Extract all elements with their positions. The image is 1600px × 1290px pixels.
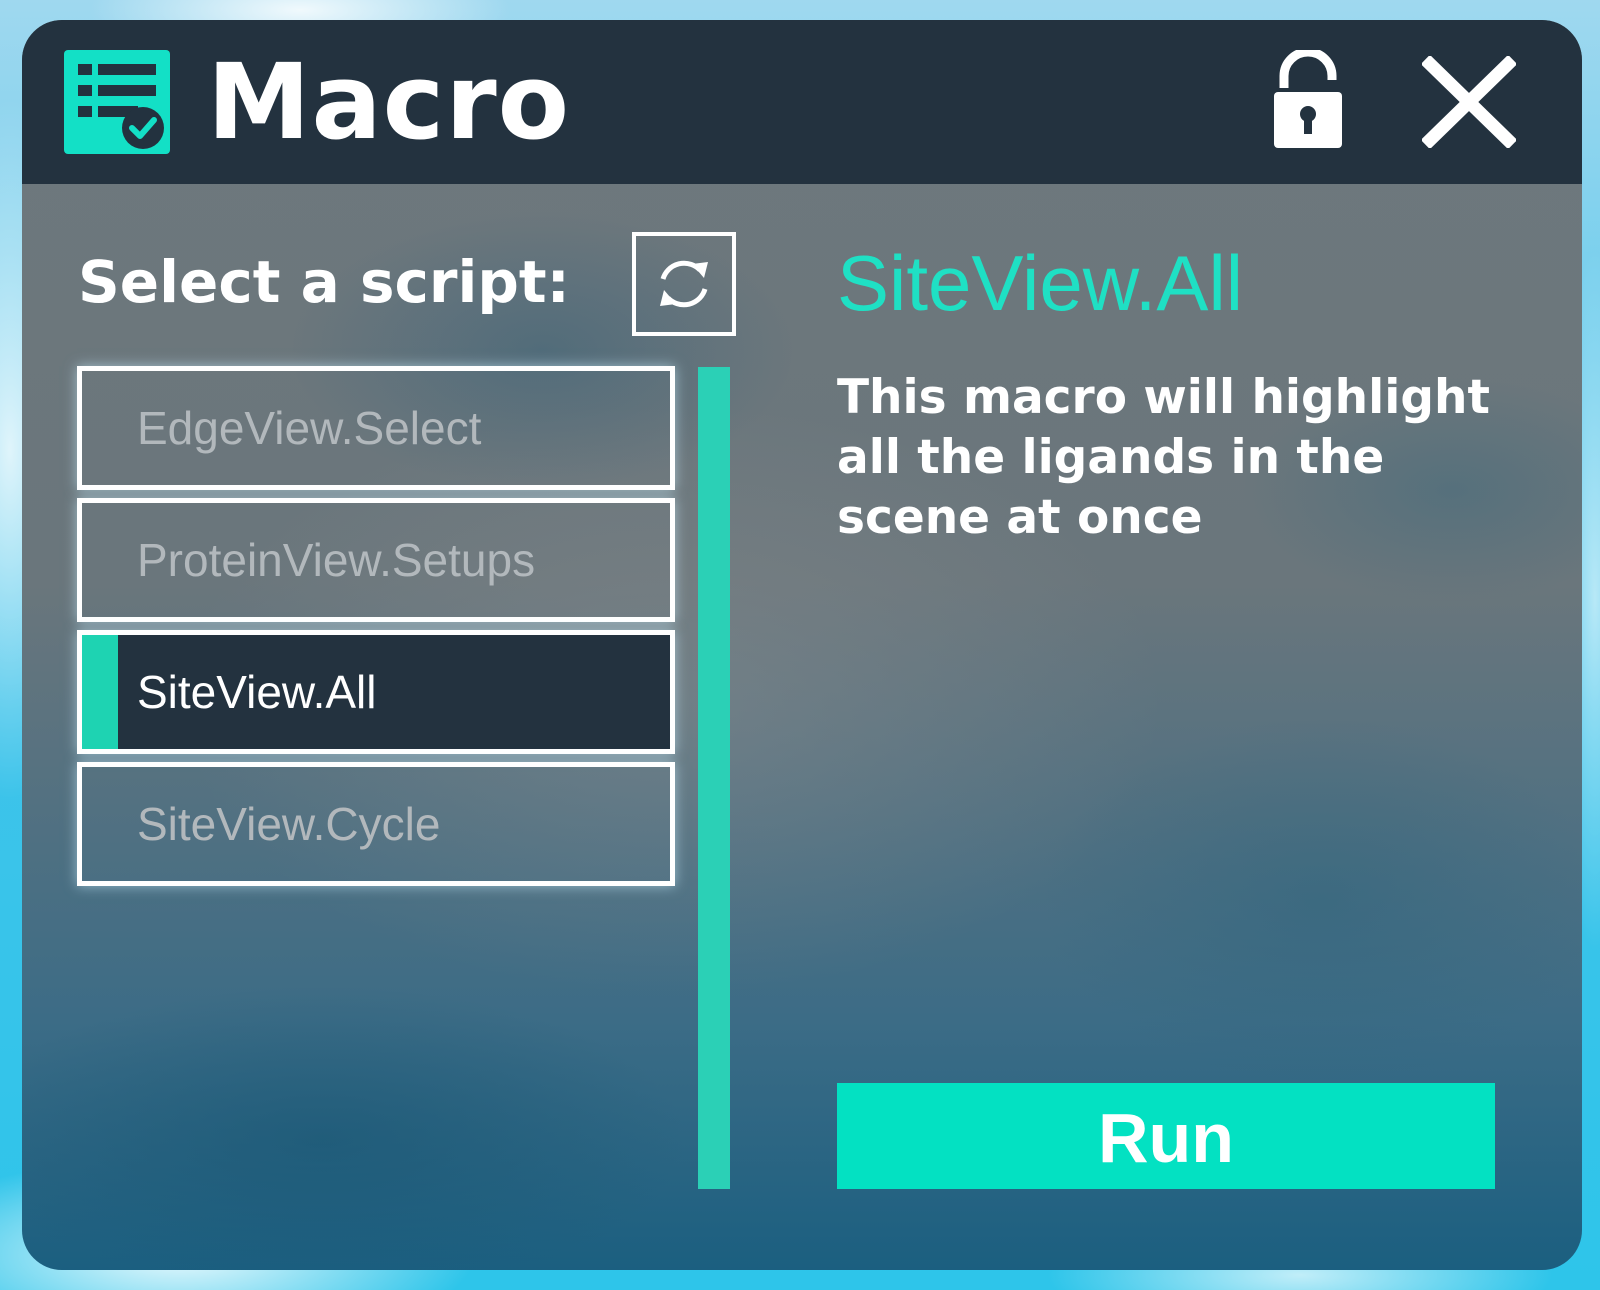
macro-window: Macro Select a script: EdgeView.Select P… xyxy=(22,20,1582,1270)
script-item-siteview-cycle[interactable]: SiteView.Cycle xyxy=(77,762,675,886)
close-icon[interactable] xyxy=(1422,56,1516,148)
script-item-label: ProteinView.Setups xyxy=(137,534,536,586)
script-item-label: SiteView.All xyxy=(137,666,377,718)
run-button-label: Run xyxy=(1097,1099,1235,1177)
script-item-label: EdgeView.Select xyxy=(137,402,482,454)
window-title: Macro xyxy=(207,41,571,163)
select-script-label: Select a script: xyxy=(78,248,570,316)
refresh-icon xyxy=(660,260,708,308)
script-item-proteinview-setups[interactable]: ProteinView.Setups xyxy=(77,498,675,622)
unlocked-padlock-icon[interactable] xyxy=(1270,50,1346,150)
run-button[interactable]: Run xyxy=(837,1083,1495,1189)
script-item-siteview-all[interactable]: SiteView.All xyxy=(77,630,675,754)
script-list-scrollbar[interactable] xyxy=(698,367,730,1189)
script-item-edgeview-select[interactable]: EdgeView.Select xyxy=(77,366,675,490)
script-description: This macro will highlight all the ligand… xyxy=(837,370,1490,545)
refresh-button[interactable] xyxy=(632,232,736,336)
script-detail-title: SiteView.All xyxy=(837,239,1244,327)
selected-indicator xyxy=(82,635,118,749)
macro-checklist-icon xyxy=(64,50,170,154)
script-list: EdgeView.Select ProteinView.Setups SiteV… xyxy=(77,366,675,894)
script-item-label: SiteView.Cycle xyxy=(137,798,441,850)
title-bar: Macro xyxy=(22,20,1582,184)
